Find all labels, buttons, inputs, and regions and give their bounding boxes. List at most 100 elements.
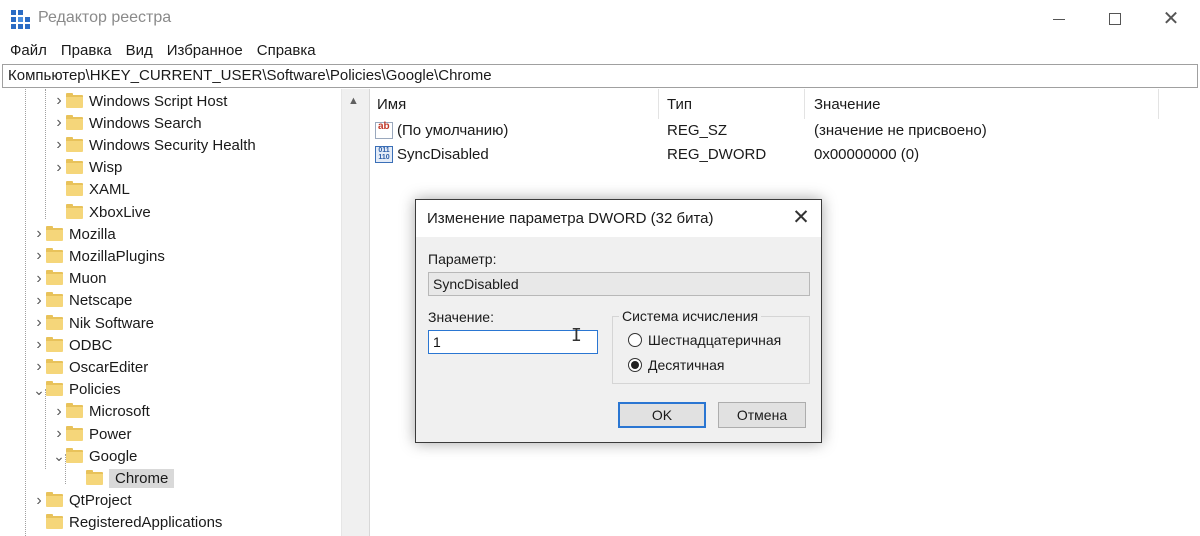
tree-item[interactable]: RegisteredApplications <box>32 512 226 534</box>
pane-splitter[interactable] <box>366 89 370 536</box>
folder-icon <box>66 425 83 441</box>
param-label: Параметр: <box>428 251 497 267</box>
tree-item[interactable]: › OscarEditer <box>32 356 152 378</box>
tree-item[interactable]: › QtProject <box>32 490 136 512</box>
collapse-chevron-icon[interactable]: ⌄ <box>32 379 46 401</box>
folder-icon <box>46 225 63 241</box>
radio-hexadecimal[interactable]: Шестнадцатеричная <box>628 332 781 348</box>
tree-item[interactable]: › Mozilla <box>32 223 120 245</box>
menu-edit[interactable]: Правка <box>54 42 119 59</box>
menu-view[interactable]: Вид <box>119 42 160 59</box>
menu-favorites[interactable]: Избранное <box>160 42 250 59</box>
radio-hex-icon[interactable] <box>628 333 642 347</box>
folder-icon <box>46 247 63 263</box>
column-divider[interactable] <box>658 89 659 119</box>
radio-decimal[interactable]: Десятичная <box>628 357 724 373</box>
value-name: (По умолчанию) <box>397 122 509 139</box>
expand-chevron-icon[interactable]: › <box>52 90 66 112</box>
cancel-button[interactable]: Отмена <box>718 402 806 428</box>
title-bar: Редактор реестра ✕ <box>0 0 1200 38</box>
param-name-field: SyncDisabled <box>428 272 810 296</box>
tree-item[interactable]: XAML <box>52 179 134 201</box>
expand-chevron-icon[interactable]: › <box>32 290 46 312</box>
tree-item[interactable]: › MozillaPlugins <box>32 245 169 267</box>
minimize-icon <box>1053 18 1065 20</box>
column-divider[interactable] <box>804 89 805 119</box>
radio-dec-label: Десятичная <box>648 357 725 373</box>
tree-item-label: XAML <box>89 181 130 199</box>
column-divider[interactable] <box>1158 89 1159 119</box>
minimize-button[interactable] <box>1031 0 1087 38</box>
column-type[interactable]: Тип <box>667 96 692 113</box>
tree-item-label: ODBC <box>69 336 113 354</box>
tree-item-label: Microsoft <box>89 403 150 421</box>
tree-item-label: XboxLive <box>89 203 151 221</box>
tree-item[interactable]: › Wisp <box>52 157 126 179</box>
tree-item[interactable]: › Windows Script Host <box>52 90 231 112</box>
folder-icon <box>66 203 83 219</box>
tree-guide-line <box>25 89 26 536</box>
menu-help[interactable]: Справка <box>250 42 323 59</box>
expand-chevron-icon[interactable]: › <box>32 223 46 245</box>
radio-hex-label: Шестнадцатеричная <box>648 332 782 348</box>
registry-tree: › Windows Script Host › Windows Search › Wind… <box>0 89 366 536</box>
text-cursor-icon: I <box>571 325 582 346</box>
tree-item-label: QtProject <box>69 492 132 510</box>
tree-item[interactable]: › ODBC <box>32 334 116 356</box>
dword-value-icon: 011 110 <box>375 146 393 163</box>
folder-icon <box>46 292 63 308</box>
tree-item[interactable]: › Windows Search <box>52 112 206 134</box>
tree-item-label: Mozilla <box>69 225 116 243</box>
edit-dword-dialog: Изменение параметра DWORD (32 бита) ✕ Па… <box>415 199 822 443</box>
maximize-button[interactable] <box>1087 0 1143 38</box>
expand-chevron-icon[interactable]: › <box>32 268 46 290</box>
folder-icon <box>66 114 83 130</box>
expand-chevron-icon[interactable]: › <box>32 356 46 378</box>
tree-item[interactable]: › Muon <box>32 268 111 290</box>
tree-item[interactable]: › Microsoft <box>52 401 154 423</box>
list-item[interactable]: 011 110 SyncDisabled REG_DWORD 0x00000000… <box>375 144 1195 167</box>
tree-item[interactable]: › Windows Security Health <box>52 134 260 156</box>
tree-item[interactable]: › Netscape <box>32 290 136 312</box>
values-list-header: Имя Тип Значение <box>371 89 1200 119</box>
expand-chevron-icon[interactable]: › <box>32 245 46 267</box>
scroll-up-icon[interactable]: ▲ <box>348 95 359 107</box>
folder-icon <box>46 336 63 352</box>
expand-chevron-icon[interactable]: › <box>52 401 66 423</box>
tree-item-label: Netscape <box>69 292 133 310</box>
folder-icon <box>86 469 103 485</box>
tree-item-label: Windows Search <box>89 114 202 132</box>
expand-chevron-icon[interactable]: › <box>32 490 46 512</box>
expand-chevron-icon[interactable]: › <box>52 157 66 179</box>
folder-icon <box>66 159 83 175</box>
address-bar[interactable]: Компьютер\HKEY_CURRENT_USER\Software\Pol… <box>2 64 1198 88</box>
dialog-close-button[interactable]: ✕ <box>786 204 816 232</box>
menu-file[interactable]: Файл <box>3 42 54 59</box>
tree-item[interactable]: XboxLive <box>52 201 155 223</box>
expand-chevron-icon[interactable]: › <box>52 112 66 134</box>
radio-dec-icon[interactable] <box>628 358 642 372</box>
window-title: Редактор реестра <box>38 9 172 26</box>
folder-icon <box>46 358 63 374</box>
folder-icon <box>66 403 83 419</box>
column-value[interactable]: Значение <box>814 96 881 113</box>
tree-item-label: Muon <box>69 270 107 288</box>
column-name[interactable]: Имя <box>377 96 406 113</box>
tree-scrollbar[interactable]: ▲ <box>341 89 366 536</box>
value-data: (значение не присвоено) <box>814 122 987 139</box>
tree-item-label: Google <box>89 447 138 465</box>
expand-chevron-icon[interactable]: › <box>32 312 46 334</box>
folder-icon <box>46 314 63 330</box>
tree-item[interactable]: › Nik Software <box>32 312 158 334</box>
maximize-icon <box>1109 13 1121 25</box>
tree-item[interactable]: Chrome <box>72 467 175 489</box>
expand-chevron-icon[interactable]: › <box>52 134 66 156</box>
collapse-chevron-icon[interactable]: ⌄ <box>52 445 66 467</box>
expand-chevron-icon[interactable]: › <box>52 423 66 445</box>
tree-item[interactable]: › Power <box>52 423 136 445</box>
close-window-button[interactable]: ✕ <box>1143 0 1199 38</box>
folder-icon <box>46 514 63 530</box>
list-item[interactable]: ab (По умолчанию) REG_SZ (значение не пр… <box>375 120 1195 143</box>
ok-button[interactable]: OK <box>618 402 706 428</box>
expand-chevron-icon[interactable]: › <box>32 334 46 356</box>
